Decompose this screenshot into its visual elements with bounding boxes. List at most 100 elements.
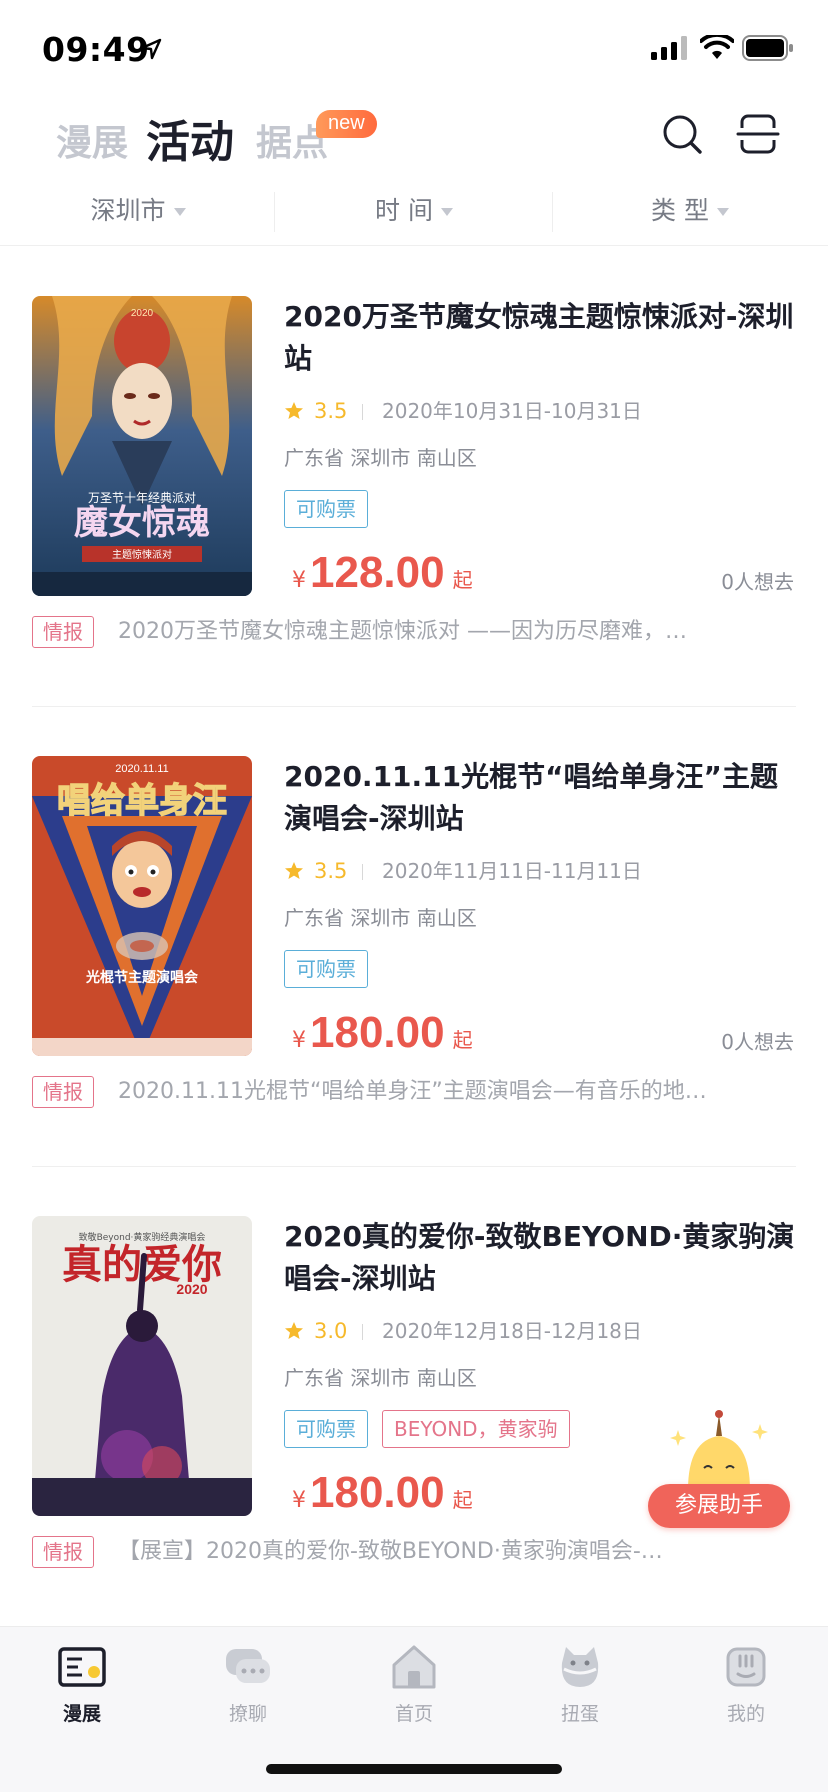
want-count: 0人想去 bbox=[721, 1030, 794, 1054]
news-tag: 情报 bbox=[32, 616, 94, 648]
profile-icon bbox=[726, 1647, 766, 1687]
event-location: 广东省 深圳市 南山区 bbox=[284, 906, 477, 930]
tab-huodong-label: 活动 bbox=[146, 117, 234, 168]
list-divider bbox=[32, 706, 796, 707]
event-location: 广东省 深圳市 南山区 bbox=[284, 1366, 477, 1390]
poster-year-text: 2020 bbox=[131, 308, 154, 319]
event-card[interactable]: 2020 万圣节十年经典派对 魔女惊魂 主题惊悚派对 2020万圣节魔女惊魂主题… bbox=[0, 296, 828, 756]
exhibition-icon bbox=[58, 1647, 106, 1687]
event-date: 2020年10月31日-10月31日 bbox=[382, 399, 642, 423]
top-tabs: 漫展 活动 据点 new bbox=[0, 96, 828, 186]
poster-sub-text: 致敬Beyond·黄家驹经典演唱会 bbox=[79, 1231, 206, 1243]
filter-divider bbox=[274, 192, 275, 232]
artist-tag: BEYOND，黄家驹 bbox=[382, 1410, 570, 1448]
capsule-cat-icon bbox=[561, 1647, 599, 1687]
news-text: 2020万圣节魔女惊魂主题惊悚派对 ——因为历尽磨难，… bbox=[118, 619, 687, 644]
price-suffix: 起 bbox=[452, 1488, 473, 1512]
news-tag: 情报 bbox=[32, 1076, 94, 1108]
event-price: ¥180.00 起 bbox=[292, 1468, 473, 1524]
event-price: ¥128.00 起 bbox=[292, 548, 473, 604]
event-date: 2020年12月18日-12月18日 bbox=[382, 1319, 642, 1343]
poster-main-text: 唱给单身汪 bbox=[57, 781, 227, 821]
news-row[interactable]: 情报 【展宣】2020真的爱你-致敬BEYOND·黄家驹演唱会-… bbox=[32, 1536, 796, 1570]
location-arrow-icon bbox=[140, 38, 162, 60]
poster-year-text: 2020 bbox=[176, 1281, 207, 1297]
ticket-available-tag: 可购票 bbox=[284, 490, 368, 528]
event-poster[interactable]: 2020.11.11 唱给单身汪 光棍节主题演唱会 bbox=[32, 756, 252, 1056]
event-rating: 3.5 bbox=[314, 399, 348, 423]
event-rating: 3.5 bbox=[314, 859, 348, 883]
event-title[interactable]: 2020万圣节魔女惊魂主题惊悚派对-深圳站 bbox=[284, 296, 804, 380]
poster-sub-text: 主题惊悚派对 bbox=[112, 548, 172, 561]
nav-item-profile[interactable]: 我的 bbox=[686, 1641, 806, 1741]
filter-type[interactable]: 类 型 bbox=[552, 186, 828, 236]
star-icon bbox=[285, 402, 303, 419]
home-icon bbox=[392, 1645, 436, 1689]
event-tags: 可购票 BEYOND，黄家驹 bbox=[284, 1410, 584, 1448]
nav-item-home[interactable]: 首页 bbox=[354, 1641, 474, 1741]
news-text: 2020.11.11光棍节“唱给单身汪”主题演唱会—有音乐的地… bbox=[118, 1079, 707, 1104]
caret-down-icon bbox=[716, 208, 729, 216]
poster-main-text: 魔女惊魂 bbox=[74, 503, 210, 543]
event-title[interactable]: 2020.11.11光棍节“唱给单身汪”主题演唱会-深圳站 bbox=[284, 756, 804, 840]
filter-city[interactable]: 深圳市 bbox=[0, 186, 276, 236]
filter-city-label: 深圳市 bbox=[90, 196, 166, 225]
price-value: 128.00 bbox=[310, 548, 445, 597]
chat-icon bbox=[226, 1649, 270, 1683]
caret-down-icon bbox=[440, 208, 453, 216]
event-rating: 3.0 bbox=[314, 1319, 348, 1343]
poster-image: 真的爱你 2020 致敬Beyond·黄家驹经典演唱会 bbox=[32, 1216, 252, 1516]
event-tags: 可购票 bbox=[284, 950, 382, 988]
star-icon bbox=[285, 862, 303, 879]
battery-icon bbox=[742, 35, 793, 61]
poster-sub-text: 光棍节主题演唱会 bbox=[85, 969, 199, 986]
meta-divider bbox=[362, 864, 363, 880]
tab-manzhan[interactable]: 漫展 bbox=[56, 114, 128, 166]
event-title[interactable]: 2020真的爱你-致敬BEYOND·黄家驹演唱会-深圳站 bbox=[284, 1216, 804, 1300]
meta-divider bbox=[362, 404, 363, 420]
cellular-signal-icon bbox=[651, 36, 687, 60]
helper-mascot-icon bbox=[670, 1410, 768, 1490]
helper-label: 参展助手 bbox=[648, 1484, 790, 1528]
news-text: 【展宣】2020真的爱你-致敬BEYOND·黄家驹演唱会-… bbox=[118, 1539, 663, 1564]
meta-divider bbox=[362, 1324, 363, 1340]
nav-label: 撩聊 bbox=[228, 1703, 267, 1725]
caret-down-icon bbox=[173, 208, 186, 216]
nav-item-chat[interactable]: 撩聊 bbox=[188, 1641, 308, 1741]
event-tags: 可购票 bbox=[284, 490, 382, 528]
event-poster[interactable]: 真的爱你 2020 致敬Beyond·黄家驹经典演唱会 bbox=[32, 1216, 252, 1516]
event-date: 2020年11月11日-11月11日 bbox=[382, 859, 642, 883]
nav-label: 首页 bbox=[394, 1703, 433, 1725]
new-badge: new bbox=[316, 110, 377, 138]
event-price: ¥180.00 起 bbox=[292, 1008, 473, 1064]
ticket-available-tag: 可购票 bbox=[284, 950, 368, 988]
price-value: 180.00 bbox=[310, 1468, 445, 1517]
price-currency: ¥ bbox=[292, 568, 306, 593]
event-card[interactable]: 2020.11.11 唱给单身汪 光棍节主题演唱会 2020.11.11光棍节“… bbox=[0, 756, 828, 1216]
poster-image: 2020.11.11 唱给单身汪 光棍节主题演唱会 bbox=[32, 756, 252, 1056]
poster-date-text: 2020.11.11 bbox=[115, 763, 168, 775]
event-poster[interactable]: 2020 万圣节十年经典派对 魔女惊魂 主题惊悚派对 bbox=[32, 296, 252, 596]
news-row[interactable]: 情报 2020.11.11光棍节“唱给单身汪”主题演唱会—有音乐的地… bbox=[32, 1076, 796, 1110]
price-suffix: 起 bbox=[452, 568, 473, 592]
star-icon bbox=[285, 1322, 303, 1339]
home-indicator[interactable] bbox=[266, 1764, 562, 1774]
status-bar: 09:49 bbox=[0, 0, 828, 96]
status-time: 09:49 bbox=[42, 30, 150, 69]
price-currency: ¥ bbox=[292, 1488, 306, 1513]
search-icon[interactable] bbox=[660, 112, 704, 156]
price-suffix: 起 bbox=[452, 1028, 473, 1052]
exhibition-helper[interactable]: 参展助手 bbox=[648, 1410, 790, 1530]
news-row[interactable]: 情报 2020万圣节魔女惊魂主题惊悚派对 ——因为历尽磨难，… bbox=[32, 616, 796, 650]
event-location: 广东省 深圳市 南山区 bbox=[284, 446, 477, 470]
nav-item-manzhan[interactable]: 漫展 bbox=[22, 1641, 142, 1741]
nav-item-capsule[interactable]: 扭蛋 bbox=[520, 1641, 640, 1741]
nav-label: 漫展 bbox=[62, 1703, 101, 1725]
price-value: 180.00 bbox=[310, 1008, 445, 1057]
nav-label: 扭蛋 bbox=[560, 1703, 599, 1725]
tab-huodong[interactable]: 活动 bbox=[146, 106, 239, 170]
filter-time[interactable]: 时 间 bbox=[276, 186, 552, 236]
filter-type-label: 类 型 bbox=[651, 196, 709, 225]
list-divider bbox=[32, 1166, 796, 1167]
scan-icon[interactable] bbox=[736, 112, 780, 156]
